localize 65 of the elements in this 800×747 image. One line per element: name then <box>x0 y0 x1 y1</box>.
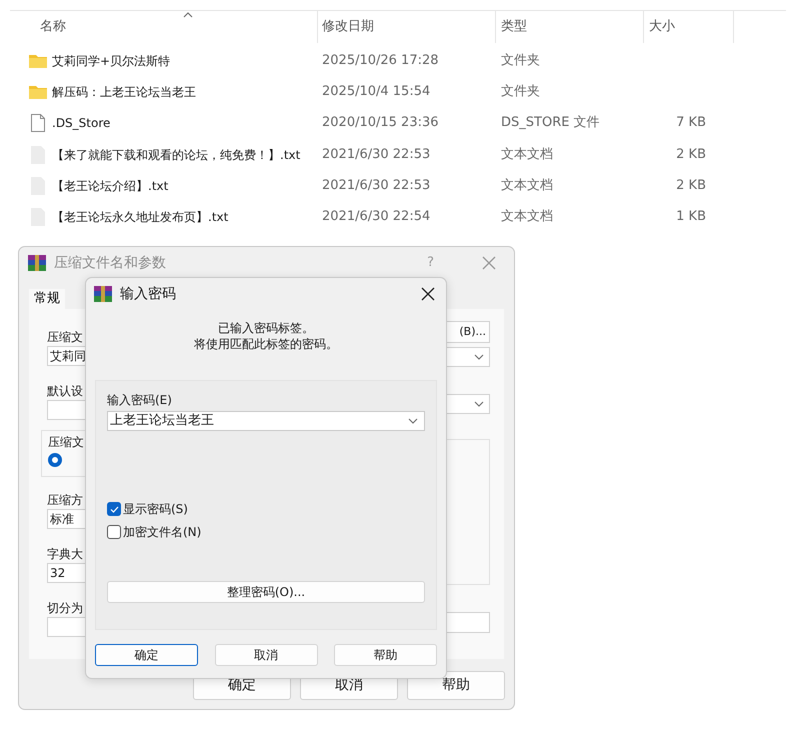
checkbox[interactable]: 显示密码(S) <box>107 500 425 518</box>
folder-icon <box>29 84 47 99</box>
file-type: 文本文档 <box>500 177 554 196</box>
column-header[interactable]: 修改日期 <box>318 11 496 43</box>
field-label: 默认设 <box>47 383 84 399</box>
message-text: 已输入密码标签。 <box>218 320 314 336</box>
dialog-button[interactable]: 取消 <box>214 644 318 666</box>
input-field[interactable] <box>47 400 86 420</box>
input-field[interactable]: 32 <box>47 563 86 583</box>
file-type: 文本文档 <box>500 146 554 164</box>
close-icon[interactable] <box>421 287 435 301</box>
document-icon <box>31 114 45 132</box>
input-field[interactable]: 艾莉同 <box>47 346 86 366</box>
input-field[interactable]: 标准 <box>47 509 86 529</box>
password-field[interactable]: 上老王论坛当老王 <box>107 411 425 431</box>
chevron-down-icon <box>474 401 484 407</box>
file-name[interactable]: 解压码：上老王论坛当老王 <box>52 82 196 101</box>
file-type: 文件夹 <box>500 52 541 70</box>
input-field[interactable] <box>445 612 490 633</box>
archive-app-icon <box>28 255 46 271</box>
password-label: 输入密码(E) <box>107 392 173 408</box>
modified-date: 2020/10/15 23:36 <box>321 114 440 132</box>
window-title: 压缩文件名和参数 <box>54 254 167 272</box>
file-name[interactable]: 【老王论坛永久地址发布页】.txt <box>52 208 228 226</box>
field-label: 字典大 <box>47 546 84 562</box>
field-label: 压缩文 <box>47 329 84 345</box>
file-name[interactable]: 【来了就能下载和观看的论坛，纯免费！】.txt <box>52 146 300 164</box>
modified-date: 2021/6/30 22:53 <box>321 146 432 164</box>
checkbox[interactable]: 加密文件名(N) <box>107 523 425 541</box>
dropdown-field[interactable] <box>445 347 490 367</box>
radio-button[interactable] <box>48 453 62 467</box>
tab[interactable]: 常规 <box>29 289 65 309</box>
chevron-down-icon <box>408 418 418 424</box>
column-header[interactable]: 名称 <box>10 11 318 43</box>
file-name[interactable]: 【老王论坛介绍】.txt <box>52 176 168 195</box>
file-size: 1 KB <box>676 208 706 226</box>
archive-app-icon <box>94 286 112 302</box>
file-size: 2 KB <box>676 146 706 164</box>
modified-date: 2025/10/26 17:28 <box>321 52 440 70</box>
field-label: 压缩方 <box>47 492 84 508</box>
check-icon <box>110 506 118 512</box>
file-type: 文件夹 <box>500 83 541 102</box>
modified-date: 2021/6/30 22:53 <box>321 177 432 196</box>
folder-icon <box>29 54 47 68</box>
input-field[interactable] <box>47 617 86 637</box>
group-label: 压缩文 <box>48 435 85 449</box>
modified-date: 2021/6/30 22:54 <box>321 208 432 226</box>
column-header[interactable]: 类型 <box>496 11 644 43</box>
browse-button[interactable]: (B)... <box>445 321 490 343</box>
file-name[interactable]: .DS_Store <box>52 114 110 132</box>
column-header[interactable]: 大小 <box>644 11 734 43</box>
dropdown-field[interactable] <box>445 394 490 414</box>
file-size: 2 KB <box>676 177 706 196</box>
dialog-button[interactable]: 帮助 <box>334 644 437 666</box>
organize-passwords-button[interactable]: 整理密码(O)... <box>107 581 425 603</box>
file-type: DS_STORE 文件 <box>500 114 601 132</box>
message-text: 将使用匹配此标签的密码。 <box>194 336 338 352</box>
chevron-down-icon <box>474 354 484 360</box>
file-size: 7 KB <box>676 114 706 132</box>
file-type: 文本文档 <box>500 208 554 226</box>
field-label: 切分为 <box>47 600 84 616</box>
modified-date: 2025/10/4 15:54 <box>321 83 432 102</box>
dialog-button[interactable]: 确定 <box>95 644 198 666</box>
file-name[interactable]: 艾莉同学+贝尔法斯特 <box>52 52 170 70</box>
window-title: 输入密码 <box>120 284 177 304</box>
